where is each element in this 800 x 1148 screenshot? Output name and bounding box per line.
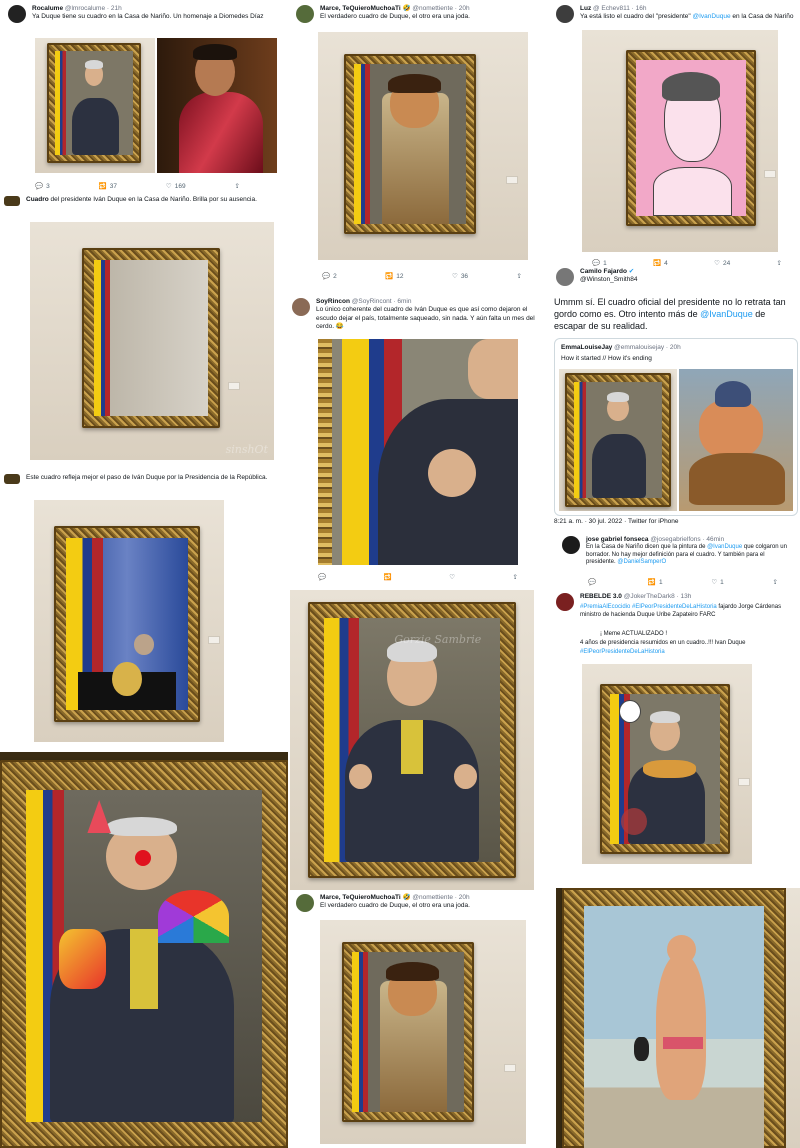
- like-button[interactable]: ♡ 1: [711, 578, 723, 587]
- author-handle: @josegabrielfons · 46min: [650, 536, 725, 543]
- tweet-cuadro-empty: Cuadro del presidente Iván Duque en la C…: [0, 194, 287, 472]
- share-button[interactable]: ⇪: [513, 573, 518, 581]
- avatar[interactable]: [556, 5, 574, 23]
- author-handle: @Winston_Smith84: [580, 276, 638, 283]
- reply-button[interactable]: 💬: [588, 578, 599, 586]
- mention-link[interactable]: @IvanDuque: [700, 309, 753, 319]
- tweet-photo[interactable]: [582, 664, 752, 864]
- photo-watermark: sinshOt: [225, 443, 268, 456]
- tweet-actions: 💬 3 🔁 37 ♡ 169 ⇪: [35, 182, 240, 191]
- quote-photo-right[interactable]: [679, 369, 793, 511]
- tweet-text: Ya Duque tiene su cuadro en la Casa de N…: [32, 13, 264, 20]
- tweet-photo[interactable]: [318, 339, 518, 565]
- hashtag-link[interactable]: #ElPeorPresidenteDeLaHistoria: [580, 648, 665, 657]
- tweet-actions: 💬 2 🔁 12 ♡ 36 ⇪: [322, 272, 522, 281]
- author-handle: @nomettiente · 20h: [412, 5, 470, 12]
- avatar[interactable]: [8, 5, 26, 23]
- author-name[interactable]: Luz: [580, 5, 591, 12]
- tweet-soyrincon: SoyRincon @SoyRincont · 6min Lo único co…: [288, 295, 546, 587]
- tweet-este-cuadro: Este cuadro refleja mejor el paso de Ivá…: [0, 472, 287, 750]
- tweet-text-line2: ¡ Meme ACTUALIZADO !: [600, 631, 668, 637]
- quote-author[interactable]: EmmaLouiseJay: [561, 344, 612, 351]
- like-button[interactable]: ♡: [449, 573, 455, 581]
- share-button[interactable]: ⇪: [773, 578, 778, 586]
- author-name[interactable]: Marce, TeQuieroMuchoaTi 🤣: [320, 5, 411, 12]
- like-button[interactable]: ♡ 169: [166, 182, 186, 191]
- author-handle: @JokerTheDark8 · 13h: [623, 593, 692, 600]
- tweet-photo[interactable]: [320, 920, 526, 1144]
- painting-beach[interactable]: [556, 888, 800, 1148]
- tweet-marce-bottom: Marce, TeQuieroMuchoaTi 🤣 @nomettiente ·…: [290, 890, 548, 1148]
- tweet-marce-top: Marce, TeQuieroMuchoaTi 🤣 @nomettiente ·…: [290, 0, 545, 290]
- tweet-luz: Luz @ Echev811 · 16h Ya está listo el cu…: [548, 0, 800, 268]
- author-name[interactable]: Rocalume: [32, 5, 63, 12]
- tweet-photo-right[interactable]: [157, 38, 277, 173]
- tweet-text: El verdadero cuadro de Duque, el otro er…: [320, 902, 470, 909]
- author-handle: @SoyRincont · 6min: [351, 298, 412, 305]
- tweet-photo[interactable]: [582, 30, 778, 252]
- retweet-button[interactable]: 🔁 1: [648, 578, 663, 587]
- avatar[interactable]: [562, 536, 580, 554]
- tweet-rocalume: Rocalume @lmrocalume · 21h Ya Duque tien…: [0, 0, 287, 196]
- author-handle: @lmrocalume · 21h: [64, 5, 122, 12]
- avatar[interactable]: [4, 196, 20, 206]
- tweet-actions: 💬 🔁 1 ♡ 1 ⇪: [588, 578, 778, 587]
- tweet-text: Lo único coherente del cuadro de Iván Du…: [316, 306, 535, 330]
- avatar[interactable]: [292, 298, 310, 316]
- tweet-jose-gabriel: jose gabriel fonseca @josegabrielfons · …: [548, 532, 800, 590]
- tweet-actions: 💬 🔁 ♡ ⇪: [318, 573, 518, 581]
- tweet-photo[interactable]: sinshOt: [30, 222, 274, 460]
- reply-button[interactable]: 💬: [318, 573, 326, 581]
- retweet-button[interactable]: 🔁: [384, 573, 392, 581]
- quoted-tweet[interactable]: EmmaLouiseJay @emmalouisejay · 20h How i…: [554, 338, 798, 516]
- avatar[interactable]: [556, 268, 574, 286]
- tweet-text: Ummm sí. El cuadro oficial del president…: [554, 297, 786, 331]
- mention-link[interactable]: @IvanDuque: [693, 13, 731, 20]
- avatar[interactable]: [296, 5, 314, 23]
- author-handle: @nomettiente · 20h: [412, 894, 470, 901]
- quote-photo-left[interactable]: [559, 369, 677, 511]
- tweet-text: En la Casa de Nariño dicen que la pintur…: [586, 544, 787, 565]
- share-button[interactable]: ⇪: [235, 182, 240, 190]
- avatar[interactable]: [4, 474, 20, 484]
- tweet-text: #PremiaAlEcocidio #ElPeorPresidenteDeLaH…: [580, 604, 782, 618]
- tweet-text: Este cuadro refleja mejor el paso de Ivá…: [26, 474, 268, 481]
- author-name[interactable]: jose gabriel fonseca: [586, 536, 649, 543]
- author-name[interactable]: REBELDE 3.0: [580, 593, 622, 600]
- tweet-text: El verdadero cuadro de Duque, el otro er…: [320, 13, 470, 20]
- retweet-button[interactable]: 🔁 12: [385, 272, 403, 281]
- share-button[interactable]: ⇪: [517, 272, 522, 280]
- painting-watermark: Gorzie Sambrie: [394, 632, 482, 646]
- avatar[interactable]: [556, 593, 574, 611]
- quote-text: How it started // How it's ending: [561, 355, 652, 362]
- verified-icon: ✔: [628, 268, 635, 275]
- author-handle: @ Echev811 · 16h: [593, 5, 647, 12]
- retweet-button[interactable]: 🔁 37: [99, 182, 117, 191]
- painting-clown[interactable]: [0, 752, 288, 1148]
- reply-button[interactable]: 💬 2: [322, 272, 337, 281]
- tweet-photo-left[interactable]: [35, 38, 155, 173]
- tweet-photo[interactable]: [34, 500, 224, 742]
- tweet-photo[interactable]: [318, 32, 528, 260]
- tweet-text-line3: 4 años de presidencia resumidos en un cu…: [580, 640, 746, 646]
- author-name[interactable]: Camilo Fajardo: [580, 268, 627, 275]
- reply-button[interactable]: 💬 3: [35, 182, 50, 191]
- tweet-text: Cuadro del presidente Iván Duque en la C…: [26, 196, 257, 203]
- author-name[interactable]: SoyRincon: [316, 298, 350, 305]
- avatar[interactable]: [296, 894, 314, 912]
- tweet-rebelde: REBELDE 3.0 @JokerTheDark8 · 13h #Premia…: [548, 590, 800, 888]
- tweet-timestamp: 8:21 a. m. · 30 jul. 2022 · Twitter for …: [554, 518, 679, 525]
- tweet-text: Ya está listo el cuadro del "presidente"…: [580, 13, 794, 20]
- painting-official[interactable]: Gorzie Sambrie: [290, 590, 534, 890]
- author-name[interactable]: Marce, TeQuieroMuchoaTi 🤣: [320, 894, 411, 901]
- like-button[interactable]: ♡ 36: [452, 272, 468, 281]
